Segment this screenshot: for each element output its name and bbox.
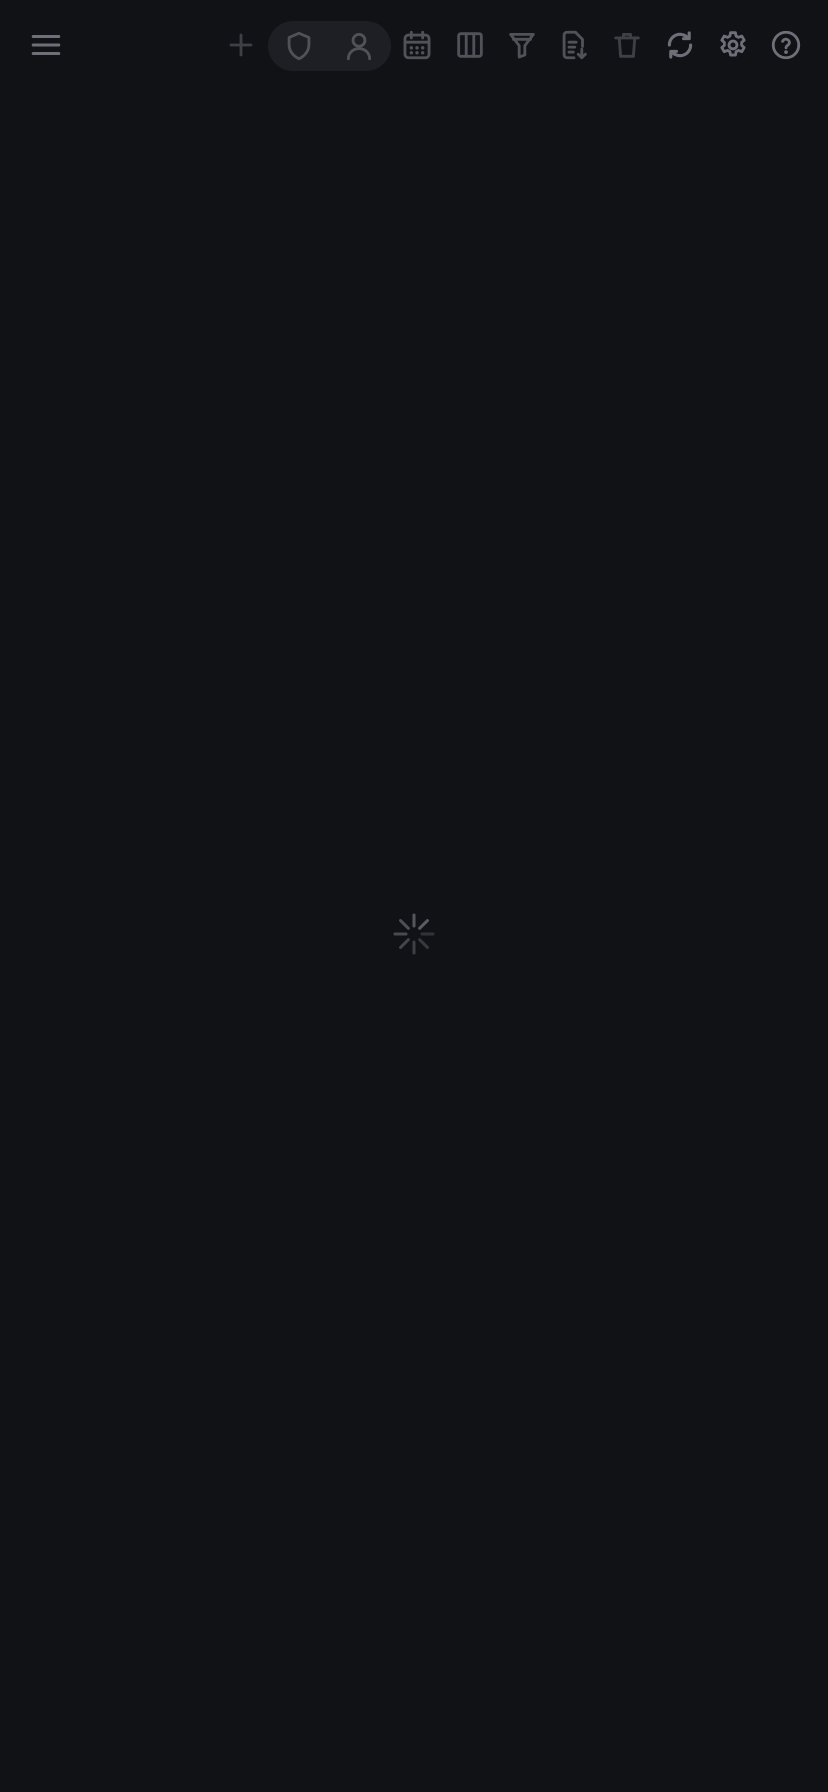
spinner-spoke: [399, 919, 410, 930]
columns-button[interactable]: [446, 21, 494, 69]
plus-icon: [229, 33, 253, 57]
refresh-icon: [667, 31, 693, 59]
filter-button[interactable]: [498, 21, 546, 69]
trash-icon: [614, 32, 640, 58]
hamburger-menu-icon: [31, 34, 61, 56]
refresh-button[interactable]: [656, 21, 704, 69]
view-toggle-user[interactable]: [335, 22, 383, 70]
top-toolbar: [0, 0, 828, 92]
user-icon: [346, 32, 372, 61]
shield-icon: [287, 31, 311, 61]
loading-spinner-icon: [393, 913, 435, 955]
add-button[interactable]: [217, 21, 265, 69]
gear-icon: [720, 31, 746, 57]
spinner-spoke: [418, 938, 429, 949]
filter-icon: [509, 32, 535, 59]
calendar-button[interactable]: [393, 21, 441, 69]
help-button[interactable]: [762, 21, 810, 69]
view-toggle-shield[interactable]: [275, 22, 323, 70]
question-circle-icon: [771, 30, 801, 60]
columns-icon: [457, 32, 483, 58]
spinner-spoke: [418, 919, 429, 930]
export-button[interactable]: [550, 21, 598, 69]
menu-button[interactable]: [22, 21, 70, 69]
delete-button[interactable]: [603, 21, 651, 69]
document-download-icon: [562, 30, 587, 60]
calendar-icon: [403, 30, 431, 60]
spinner-spoke: [399, 938, 410, 949]
app-root: [0, 0, 828, 1792]
settings-button[interactable]: [709, 21, 757, 69]
